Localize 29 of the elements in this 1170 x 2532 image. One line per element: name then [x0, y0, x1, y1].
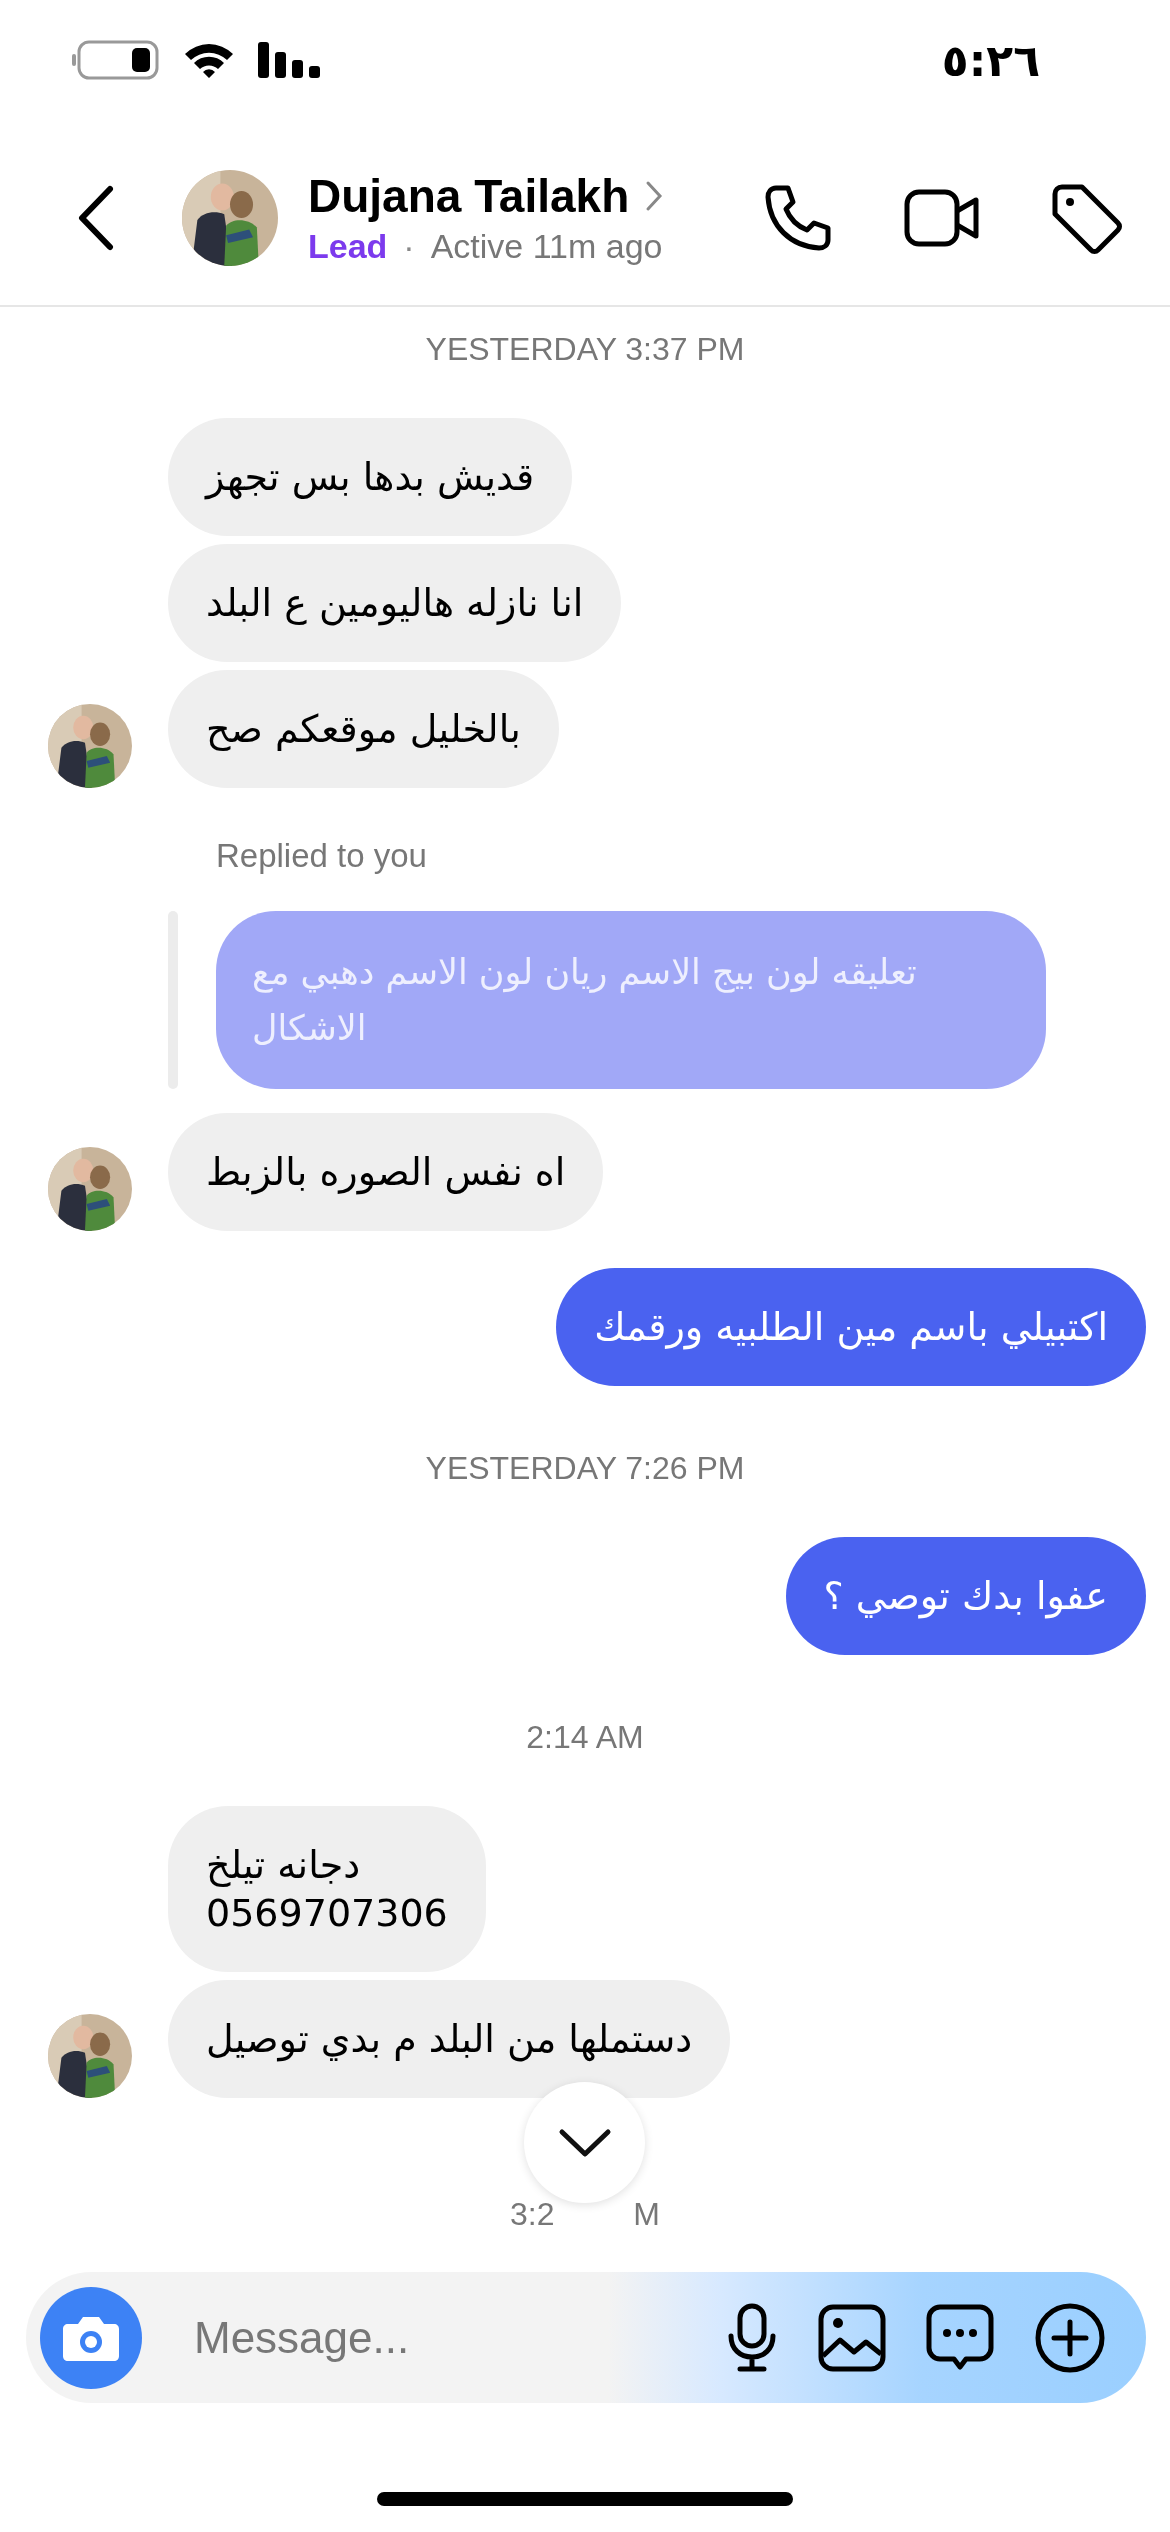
back-icon[interactable]	[76, 184, 116, 251]
activity-status: Active 11m ago	[430, 227, 663, 266]
lead-label: Lead	[308, 227, 388, 266]
battery-icon	[72, 40, 160, 80]
status-time: ٥:٢٦	[941, 34, 1040, 86]
message-bubble: اكتبيلي باسم مين الطلبيه ورقمك	[556, 1268, 1146, 1386]
timestamp: 3:2 M	[509, 2195, 661, 2234]
reply-label: Replied to you	[215, 836, 428, 876]
chat-bubble-icon[interactable]	[926, 2303, 994, 2372]
separator-dot: ·	[403, 227, 415, 266]
timestamp: YESTERDAY 3:37 PM	[424, 330, 746, 369]
message-bubble: اه نفس الصوره بالزبط	[168, 1113, 604, 1231]
image-icon[interactable]	[818, 2303, 886, 2372]
message-field[interactable]: Message...	[182, 2312, 686, 2363]
message-bubble: بالخليل موقعكم صح	[168, 670, 559, 788]
quoted-message: تعليقه لون بيج الاسم ريان لون الاسم دهبي مع الاشكال	[216, 911, 1046, 1089]
timestamp: 2:14 AM	[525, 1718, 645, 1757]
message-bubble: انا نازله هاليومين ع البلد	[168, 544, 622, 662]
chevron-right-icon	[645, 180, 664, 212]
message-bubble: دجانه تيلخ 0569707306	[168, 1806, 486, 1972]
message-bubble: عفوا بدك توصي ؟	[785, 1537, 1146, 1655]
microphone-icon[interactable]	[726, 2302, 778, 2373]
chevron-down-icon	[557, 2127, 612, 2158]
timestamp: YESTERDAY 7:26 PM	[424, 1449, 746, 1488]
contact-name[interactable]: Dujana Tailakh	[308, 169, 630, 223]
message-bubble: قديش بدها بس تجهز	[168, 418, 573, 536]
add-icon[interactable]	[1034, 2301, 1106, 2374]
signal-icon	[258, 40, 322, 80]
message-bubble: دستملها من البلد م بدي توصيل	[168, 1980, 731, 2098]
